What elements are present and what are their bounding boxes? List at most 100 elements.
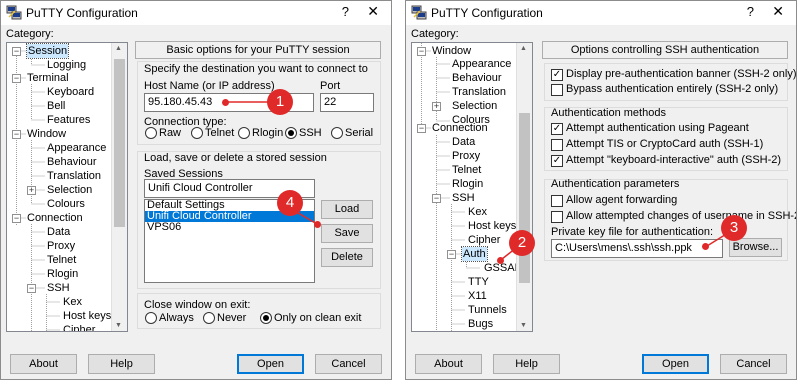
about-button[interactable]: About — [415, 354, 482, 374]
cancel-button[interactable]: Cancel — [315, 354, 382, 374]
radio-raw[interactable] — [145, 127, 157, 139]
scrollbar-thumb[interactable] — [519, 113, 530, 283]
about-button[interactable]: About — [10, 354, 77, 374]
tree-item-data[interactable]: Data — [452, 135, 475, 149]
open-button[interactable]: Open — [642, 354, 709, 374]
help-icon[interactable]: ? — [747, 4, 754, 19]
tree-item-behaviour[interactable]: Behaviour — [47, 155, 97, 169]
radio-ssh[interactable] — [285, 127, 297, 139]
tree-item-telnet[interactable]: Telnet — [452, 163, 481, 177]
scroll-down-icon[interactable]: ▼ — [115, 322, 122, 329]
expand-icon[interactable]: + — [27, 186, 36, 195]
expand-icon[interactable]: + — [432, 102, 441, 111]
collapse-icon[interactable]: − — [12, 214, 21, 223]
tree-scrollbar[interactable]: ▲ ▼ — [111, 43, 127, 331]
open-button[interactable]: Open — [237, 354, 304, 374]
scroll-up-icon[interactable]: ▲ — [520, 45, 527, 52]
tree-item-keyboard[interactable]: Keyboard — [47, 85, 94, 99]
title-bar[interactable]: PuTTY Configuration ? ✕ — [406, 1, 796, 25]
collapse-icon[interactable]: − — [12, 130, 21, 139]
tree-item-selection[interactable]: Selection — [47, 183, 92, 197]
save-button[interactable]: Save — [321, 224, 373, 243]
collapse-icon[interactable]: − — [12, 47, 21, 56]
checkbox-agent-forwarding[interactable] — [551, 195, 563, 207]
tree-item-kex[interactable]: Kex — [468, 205, 487, 219]
close-icon[interactable]: ✕ — [772, 3, 784, 20]
checkbox-display-banner[interactable]: ✓ — [551, 69, 563, 81]
radio-always[interactable] — [145, 312, 157, 324]
tree-item-host-keys[interactable]: Host keys — [63, 309, 111, 323]
tree-item-behaviour[interactable]: Behaviour — [452, 71, 502, 85]
tree-item-selection[interactable]: Selection — [452, 99, 497, 113]
private-key-input[interactable]: C:\Users\mens\.ssh\ssh.ppk — [551, 239, 723, 258]
tree-item-ssh[interactable]: SSH — [47, 281, 70, 295]
collapse-icon[interactable]: − — [432, 194, 441, 203]
help-button[interactable]: Help — [493, 354, 560, 374]
radio-telnet[interactable] — [191, 127, 203, 139]
tree-item-data[interactable]: Data — [47, 225, 70, 239]
tree-item-appearance[interactable]: Appearance — [452, 57, 511, 71]
tree-item-kex[interactable]: Kex — [63, 295, 82, 309]
tree-item-logging[interactable]: Logging — [47, 58, 86, 72]
tree-item-colours[interactable]: Colours — [47, 197, 85, 211]
tree-item-bell[interactable]: Bell — [47, 99, 65, 113]
tree-item-tty[interactable]: TTY — [468, 275, 489, 289]
scroll-up-icon[interactable]: ▲ — [115, 45, 122, 52]
port-input[interactable]: 22 — [320, 93, 374, 112]
checkbox-pageant[interactable]: ✓ — [551, 123, 563, 135]
radio-never[interactable] — [203, 312, 215, 324]
tree-item-proxy[interactable]: Proxy — [47, 239, 75, 253]
collapse-icon[interactable]: − — [12, 74, 21, 83]
radio-serial[interactable] — [331, 127, 343, 139]
close-icon[interactable]: ✕ — [367, 3, 379, 20]
tree-item-telnet[interactable]: Telnet — [47, 253, 76, 267]
browse-button[interactable]: Browse... — [729, 238, 782, 257]
category-tree[interactable]: − + − − − Window Appearance Behaviour Tr… — [411, 42, 533, 332]
tree-item-x11[interactable]: X11 — [468, 289, 487, 303]
tree-item-rlogin[interactable]: Rlogin — [47, 267, 78, 281]
putty-config-window-session: PuTTY Configuration ? ✕ Category: − − − … — [0, 0, 392, 380]
delete-button[interactable]: Delete — [321, 248, 373, 267]
checkbox-bypass-auth[interactable] — [551, 84, 563, 96]
radio-only-clean-exit[interactable] — [260, 312, 272, 324]
tree-item-host-keys[interactable]: Host keys — [468, 219, 516, 233]
tree-item-session[interactable]: Session — [25, 43, 70, 59]
cancel-button[interactable]: Cancel — [720, 354, 787, 374]
list-item[interactable]: VPS06 — [145, 222, 314, 233]
tree-scrollbar[interactable]: ▲ ▼ — [516, 43, 532, 331]
tree-item-auth[interactable]: Auth — [461, 246, 488, 262]
tree-item-appearance[interactable]: Appearance — [47, 141, 106, 155]
collapse-icon[interactable]: − — [417, 124, 426, 133]
collapse-icon[interactable]: − — [417, 47, 426, 56]
load-button[interactable]: Load — [321, 200, 373, 219]
checkbox-username-changes[interactable] — [551, 211, 563, 223]
putty-app-icon — [411, 5, 427, 20]
tree-item-window[interactable]: Window — [27, 127, 66, 141]
tree-item-window[interactable]: Window — [432, 44, 471, 58]
category-tree[interactable]: − − − + − − Session Logging Terminal Key… — [6, 42, 128, 332]
tree-item-bugs[interactable]: Bugs — [468, 317, 493, 331]
tree-item-cipher[interactable]: Cipher — [468, 233, 500, 247]
tree-item-terminal[interactable]: Terminal — [27, 71, 69, 85]
help-button[interactable]: Help — [88, 354, 155, 374]
checkbox-tis-cryptocard[interactable] — [551, 139, 563, 151]
tree-item-proxy[interactable]: Proxy — [452, 149, 480, 163]
scrollbar-thumb[interactable] — [114, 59, 125, 227]
tree-item-tunnels[interactable]: Tunnels — [468, 303, 507, 317]
tree-item-translation[interactable]: Translation — [47, 169, 101, 183]
tree-item-connection[interactable]: Connection — [432, 121, 488, 135]
checkbox-keyboard-interactive[interactable]: ✓ — [551, 155, 563, 167]
tree-item-translation[interactable]: Translation — [452, 85, 506, 99]
tree-item-features[interactable]: Features — [47, 113, 90, 127]
radio-ssh-label: SSH — [299, 127, 322, 139]
tree-item-connection[interactable]: Connection — [27, 211, 83, 225]
tree-item-cipher[interactable]: Cipher — [63, 323, 95, 331]
tree-item-ssh[interactable]: SSH — [452, 191, 475, 205]
scroll-down-icon[interactable]: ▼ — [520, 322, 527, 329]
title-bar[interactable]: PuTTY Configuration ? ✕ — [1, 1, 391, 25]
help-icon[interactable]: ? — [342, 4, 349, 19]
tree-item-rlogin[interactable]: Rlogin — [452, 177, 483, 191]
radio-rlogin[interactable] — [238, 127, 250, 139]
collapse-icon[interactable]: − — [447, 250, 456, 259]
collapse-icon[interactable]: − — [27, 284, 36, 293]
